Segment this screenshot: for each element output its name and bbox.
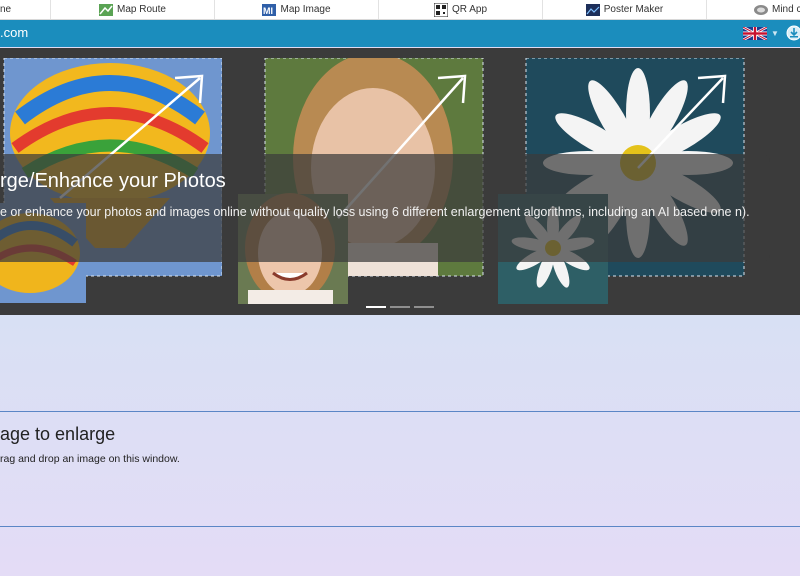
language-dropdown-caret-icon[interactable]: ▼ [771, 29, 779, 38]
topbar-item-partial[interactable]: ne [0, 0, 51, 19]
upload-title: age to enlarge [0, 424, 116, 444]
hero-title: rge/Enhance your Photos [0, 170, 226, 192]
topbar-item-map-image[interactable]: MI Map Image [215, 0, 379, 19]
carousel-indicator-1[interactable] [366, 306, 386, 308]
qr-code-icon [433, 2, 448, 17]
uk-flag-icon[interactable] [743, 27, 767, 40]
poster-maker-icon [585, 3, 600, 16]
topbar-item-qr-app[interactable]: QR App [379, 0, 543, 19]
apps-topbar: ne Map Route MI Map Image QR App Poster … [0, 0, 800, 20]
topbar-item-poster-maker[interactable]: Poster Maker [543, 0, 707, 19]
topbar-item-mind-map[interactable]: Mind cl [707, 0, 800, 19]
site-brand[interactable]: .com [0, 25, 28, 40]
download-icon[interactable] [786, 25, 800, 41]
carousel-indicators [366, 295, 438, 313]
carousel-indicator-2[interactable] [390, 306, 410, 308]
map-route-icon [99, 3, 114, 16]
hero-carousel: rge/Enhance your Photos e or enhance you… [0, 48, 800, 315]
svg-text:MI: MI [263, 6, 273, 16]
upload-hint: rag and drop an image on this window. [0, 453, 180, 465]
mind-map-icon [754, 4, 768, 15]
main-navbar: .com ▼ [0, 20, 800, 47]
carousel-indicator-3[interactable] [414, 306, 434, 308]
map-image-icon: MI [262, 3, 277, 16]
upload-dropzone[interactable] [0, 411, 800, 527]
hero-description: e or enhance your photos and images onli… [0, 205, 750, 219]
topbar-item-map-route[interactable]: Map Route [51, 0, 215, 19]
